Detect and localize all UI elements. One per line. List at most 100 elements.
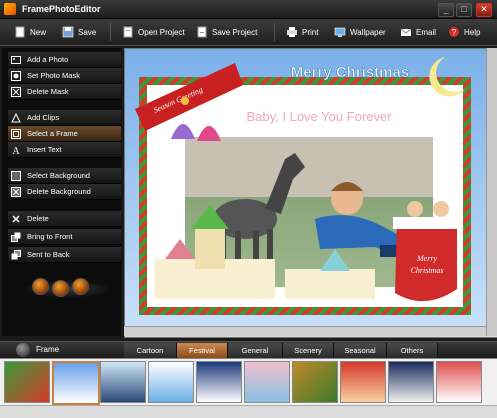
sidebar-item-label: Delete xyxy=(27,214,49,223)
mask-icon xyxy=(11,70,21,81)
open-project-button[interactable]: Open Project xyxy=(122,19,185,45)
merry-christmas-header: Merry Christmas xyxy=(291,64,409,81)
wallpaper-label: Wallpaper xyxy=(350,27,386,37)
sidebar-item-set-photo-mask[interactable]: Set Photo Mask xyxy=(8,68,121,84)
email-label: Email xyxy=(416,27,437,37)
frame-thumbnail[interactable] xyxy=(388,361,434,403)
tab-festival[interactable]: Festival xyxy=(177,343,228,358)
sidebar-item-delete[interactable]: Delete xyxy=(8,211,121,227)
help-button[interactable]: ? Help xyxy=(448,19,480,45)
save-button[interactable]: Save xyxy=(62,19,96,45)
horizontal-scrollbar[interactable] xyxy=(124,326,486,336)
sidebar-item-sent-to-back[interactable]: Sent to Back xyxy=(8,247,121,263)
open-folder-icon xyxy=(122,26,134,38)
open-project-label: Open Project xyxy=(138,27,185,37)
sidebar-item-delete-mask[interactable]: Delete Mask xyxy=(8,84,121,100)
svg-text:A: A xyxy=(12,146,20,155)
tab-others[interactable]: Others xyxy=(387,343,438,358)
frame-thumbnail-selected[interactable] xyxy=(52,361,100,405)
envelope-icon xyxy=(400,26,412,38)
frame-panel-label: Frame xyxy=(36,345,60,354)
print-label: Print xyxy=(302,27,319,37)
frame-thumbnail[interactable] xyxy=(340,361,386,403)
close-button[interactable]: ✕ xyxy=(476,3,492,17)
send-back-icon xyxy=(11,249,21,260)
thumbnail-scrollbar[interactable] xyxy=(0,405,497,418)
tab-general[interactable]: General xyxy=(228,343,283,358)
tools-sidebar: Add a Photo Set Photo Mask Delete Mask A… xyxy=(2,48,121,336)
sidebar-item-add-clips[interactable]: Add Clips xyxy=(8,110,121,126)
tab-seasonal[interactable]: Seasonal xyxy=(334,343,387,358)
frame-thumbnail[interactable] xyxy=(244,361,290,403)
save-project-button[interactable]: Save Project xyxy=(196,19,257,45)
sidebar-item-label: Delete Mask xyxy=(27,87,69,96)
frame-thumbnail[interactable] xyxy=(292,361,338,403)
new-button[interactable]: New xyxy=(14,19,46,45)
sidebar-item-bring-to-front[interactable]: Bring to Front xyxy=(8,229,121,245)
frame-thumbnail-strip xyxy=(0,358,497,405)
sidebar-item-label: Set Photo Mask xyxy=(27,71,80,80)
frame-panel-icon xyxy=(16,343,30,357)
sidebar-item-select-frame[interactable]: Select a Frame xyxy=(8,126,121,142)
tab-scenery[interactable]: Scenery xyxy=(283,343,334,358)
help-label: Help xyxy=(464,27,481,37)
editing-canvas[interactable]: Season Greeting Merry Christmas Baby, I … xyxy=(124,48,497,338)
sidebar-item-add-photo[interactable]: Add a Photo xyxy=(8,52,121,68)
sidebar-item-select-background[interactable]: Select Background xyxy=(8,168,121,184)
wallpaper-button[interactable]: Wallpaper xyxy=(334,19,386,45)
sidebar-item-label: Insert Text xyxy=(27,145,62,154)
stocking-merry: Merry xyxy=(416,254,437,263)
sidebar-item-delete-background[interactable]: Delete Background xyxy=(8,184,121,200)
save-icon xyxy=(62,26,74,38)
frame-icon xyxy=(11,128,21,139)
delete-mask-icon xyxy=(11,86,21,97)
sidebar-item-label: Bring to Front xyxy=(27,232,73,241)
app-icon xyxy=(4,3,16,15)
close-icon xyxy=(11,214,21,224)
new-label: New xyxy=(30,27,47,37)
toolbar-divider xyxy=(274,23,275,41)
sidebar-item-label: Select a Frame xyxy=(27,129,78,138)
rotate-left-knob[interactable] xyxy=(32,278,49,295)
email-button[interactable]: Email xyxy=(400,19,436,45)
sidebar-item-label: Add a Photo xyxy=(27,55,69,64)
print-button[interactable]: Print xyxy=(286,19,318,45)
tab-cartoon[interactable]: Cartoon xyxy=(124,343,177,358)
save-project-icon xyxy=(196,26,208,38)
sidebar-item-label: Select Background xyxy=(27,171,90,180)
text-icon: A xyxy=(11,145,21,157)
maximize-button[interactable]: □ xyxy=(456,3,472,17)
vertical-scrollbar[interactable] xyxy=(486,48,497,336)
new-file-icon xyxy=(14,26,26,38)
bring-front-icon xyxy=(11,232,21,242)
photo-icon xyxy=(11,55,21,65)
window-title: FramePhotoEditor xyxy=(22,4,101,14)
save-project-label: Save Project xyxy=(212,27,258,37)
frame-category-bar: Frame Cartoon Festival General Scenery S… xyxy=(0,341,497,358)
printer-icon xyxy=(286,26,298,38)
frame-thumbnail[interactable] xyxy=(4,361,50,403)
delete-background-icon xyxy=(11,186,21,197)
frame-thumbnail[interactable] xyxy=(196,361,242,403)
caption-text[interactable]: Baby, I Love You Forever xyxy=(246,109,392,124)
help-icon: ? xyxy=(448,26,460,38)
rotate-center-knob[interactable] xyxy=(52,280,69,297)
frame-thumbnail[interactable] xyxy=(148,361,194,403)
sidebar-item-label: Sent to Back xyxy=(27,250,70,259)
toolbar-divider xyxy=(110,23,111,41)
sidebar-item-label: Delete Background xyxy=(27,187,91,196)
title-bar: FramePhotoEditor _ □ ✕ xyxy=(0,0,497,19)
main-toolbar: New Save Open Project Save Project Print… xyxy=(0,19,497,46)
wallpaper-icon xyxy=(334,26,346,38)
sidebar-item-label: Add Clips xyxy=(27,113,60,122)
clip-icon xyxy=(11,112,21,123)
svg-text:?: ? xyxy=(452,28,457,37)
save-label: Save xyxy=(78,27,97,37)
sidebar-item-insert-text[interactable]: A Insert Text xyxy=(8,142,121,158)
frame-thumbnail[interactable] xyxy=(436,361,482,403)
stocking-christmas: Christmas xyxy=(411,266,444,275)
frame-thumbnail[interactable] xyxy=(100,361,146,403)
rotate-right-knob[interactable] xyxy=(72,278,89,295)
frame-preview: Season Greeting Merry Christmas Baby, I … xyxy=(125,49,487,327)
minimize-button[interactable]: _ xyxy=(438,3,454,17)
